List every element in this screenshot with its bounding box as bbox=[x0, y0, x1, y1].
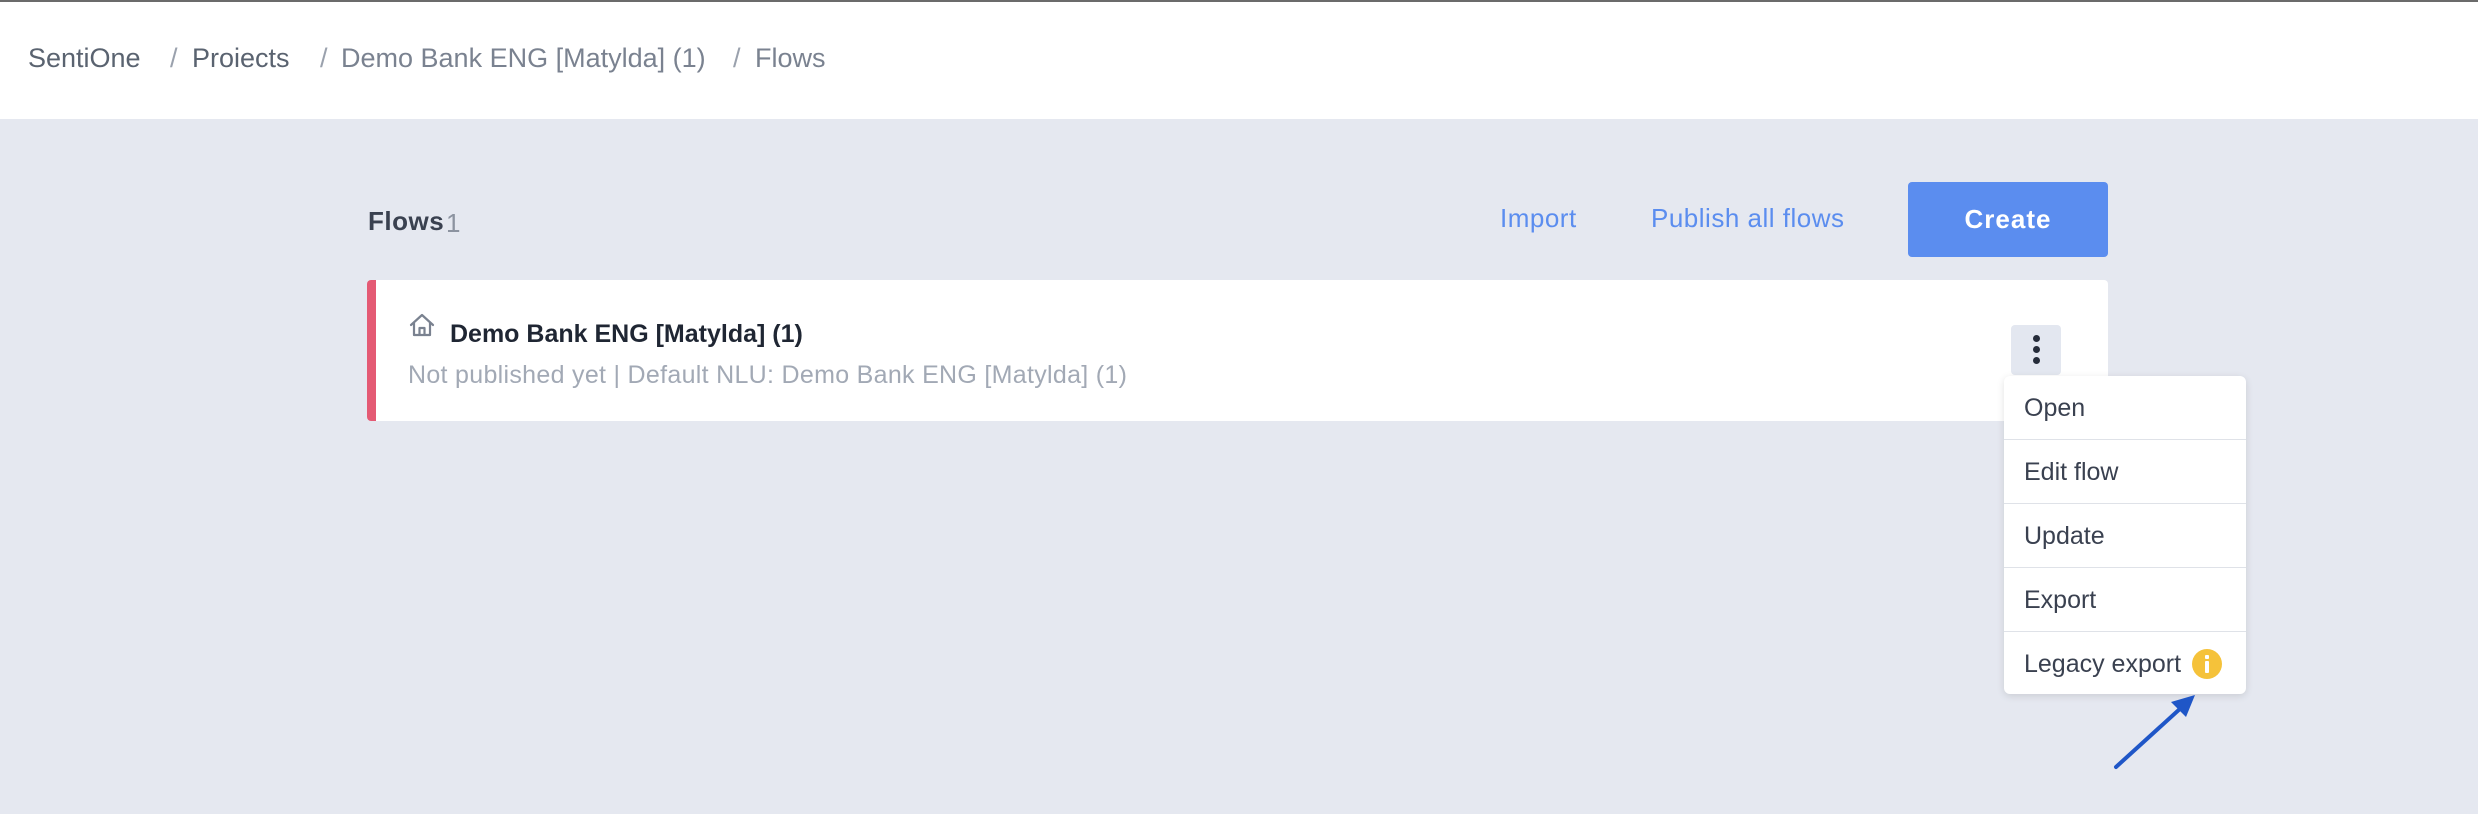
menu-item-label: Update bbox=[2024, 522, 2105, 550]
more-options-button[interactable] bbox=[2011, 325, 2061, 375]
menu-item-export[interactable]: Export bbox=[2004, 568, 2246, 632]
flow-card[interactable]: Demo Bank ENG [Matylda] (1) Not publishe… bbox=[367, 280, 2108, 421]
menu-item-update[interactable]: Update bbox=[2004, 504, 2246, 568]
menu-item-label: Export bbox=[2024, 586, 2097, 614]
menu-item-label: Edit flow bbox=[2024, 458, 2119, 486]
publish-all-flows-button[interactable]: Publish all flows bbox=[1651, 203, 1844, 234]
breadcrumb-project[interactable]: Demo Bank ENG [Matylda] (1) bbox=[341, 43, 706, 74]
create-button[interactable]: Create bbox=[1908, 182, 2108, 257]
home-icon bbox=[409, 313, 435, 337]
page-title: Flows bbox=[368, 206, 445, 236]
breadcrumb-separator: / bbox=[320, 43, 328, 73]
breadcrumb: SentiOne / Proiects / Demo Bank ENG [Mat… bbox=[0, 2, 2478, 119]
menu-item-label: Legacy export bbox=[2024, 650, 2182, 678]
menu-item-edit-flow[interactable]: Edit flow bbox=[2004, 440, 2246, 504]
annotation-arrow-icon bbox=[2114, 695, 2195, 769]
breadcrumb-flows: Flows bbox=[755, 43, 826, 73]
breadcrumb-separator: / bbox=[170, 43, 178, 73]
menu-item-open[interactable]: Open bbox=[2004, 376, 2246, 440]
menu-item-label: Open bbox=[2024, 394, 2086, 422]
flow-context-menu: Open Edit flow Update Export Legacy expo… bbox=[2004, 376, 2246, 694]
flow-meta: Not published yet | Default NLU: Demo Ba… bbox=[408, 361, 1128, 389]
info-icon[interactable] bbox=[2192, 649, 2222, 679]
kebab-icon bbox=[2033, 346, 2040, 353]
import-button[interactable]: Import bbox=[1500, 203, 1577, 234]
breadcrumb-separator: / bbox=[733, 43, 741, 73]
flow-name[interactable]: Demo Bank ENG [Matylda] (1) bbox=[450, 320, 803, 349]
kebab-icon bbox=[2033, 335, 2040, 342]
breadcrumb-sentione[interactable]: SentiOne bbox=[28, 43, 141, 74]
breadcrumb-projects[interactable]: Proiects bbox=[192, 43, 290, 74]
kebab-icon bbox=[2033, 357, 2040, 364]
flow-status-bar bbox=[367, 280, 376, 421]
flows-count: 1 bbox=[446, 208, 461, 238]
